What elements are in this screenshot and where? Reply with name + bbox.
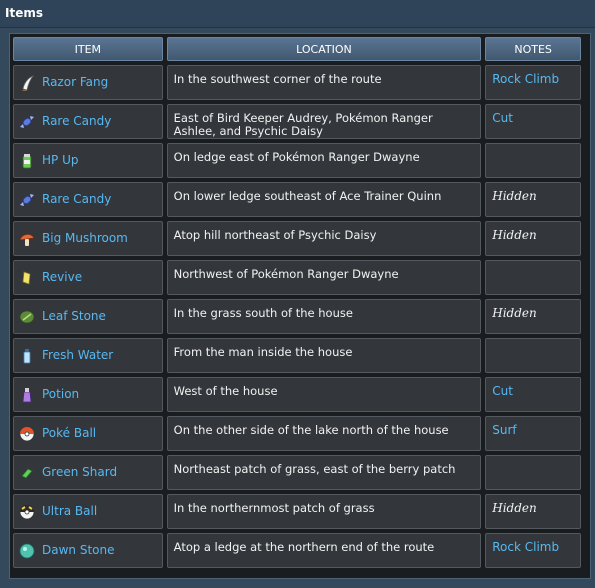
item-cell: Green Shard [13, 455, 163, 490]
item-cell: Potion [13, 377, 163, 412]
table-row: Green Shard Northeast patch of grass, eas… [13, 455, 581, 490]
item-cell: Poké Ball [13, 416, 163, 451]
item-link[interactable]: Potion [42, 388, 79, 401]
fresh-water-icon [23, 348, 31, 363]
hp-up-icon [22, 153, 32, 168]
item-cell: Rare Candy [13, 182, 163, 217]
location-cell: In the grass south of the house [166, 299, 482, 334]
table-row: Leaf Stone In the grass south of the hous… [13, 299, 581, 334]
notes-cell [485, 143, 581, 178]
location-cell: Northeast patch of grass, east of the be… [166, 455, 482, 490]
notes-link[interactable]: Rock Climb [492, 540, 559, 554]
notes-cell: Rock Climb [485, 533, 581, 568]
items-table: ITEM LOCATION NOTES Razor Fang In the sou… [9, 33, 585, 572]
notes-cell: Hidden [485, 221, 581, 256]
item-cell: Fresh Water [13, 338, 163, 373]
location-cell: Atop a ledge at the northern end of the … [166, 533, 482, 568]
notes-hidden-label: Hidden [492, 228, 537, 242]
table-row: Rare Candy East of Bird Keeper Audrey, Po… [13, 104, 581, 139]
table-row: Razor Fang In the southwest corner of the… [13, 65, 581, 100]
item-link[interactable]: Revive [42, 271, 82, 284]
item-cell: Rare Candy [13, 104, 163, 139]
item-cell: Ultra Ball [13, 494, 163, 529]
items-panel: Items ITEM LOCATION NOTES Razor Fang In t… [0, 0, 595, 588]
column-header-notes: NOTES [485, 37, 581, 61]
location-cell: West of the house [166, 377, 482, 412]
item-link[interactable]: Green Shard [42, 466, 117, 479]
poke-ball-icon [19, 426, 35, 441]
notes-hidden-label: Hidden [492, 306, 537, 320]
notes-cell: Cut [485, 104, 581, 139]
notes-link[interactable]: Cut [492, 384, 513, 398]
item-cell: Big Mushroom [13, 221, 163, 256]
item-link[interactable]: Rare Candy [42, 193, 111, 206]
notes-cell: Hidden [485, 494, 581, 529]
item-cell: Razor Fang [13, 65, 163, 100]
rare-candy-icon [20, 115, 34, 128]
item-link[interactable]: Leaf Stone [42, 310, 106, 323]
location-cell: In the southwest corner of the route [166, 65, 482, 100]
items-table-frame: ITEM LOCATION NOTES Razor Fang In the sou… [9, 33, 591, 579]
table-row: Rare Candy On lower ledge southeast of Ac… [13, 182, 581, 217]
item-link[interactable]: Ultra Ball [42, 505, 97, 518]
notes-hidden-label: Hidden [492, 189, 537, 203]
notes-cell: Cut [485, 377, 581, 412]
item-link[interactable]: Poké Ball [42, 427, 96, 440]
notes-link[interactable]: Cut [492, 111, 513, 125]
notes-hidden-label: Hidden [492, 501, 537, 515]
item-cell: Revive [13, 260, 163, 295]
potion-icon [22, 387, 32, 402]
item-cell: Dawn Stone [13, 533, 163, 568]
table-row: Revive Northwest of Pokémon Ranger Dwayne [13, 260, 581, 295]
location-cell: In the northernmost patch of grass [166, 494, 482, 529]
item-link[interactable]: Big Mushroom [42, 232, 128, 245]
item-link[interactable]: Fresh Water [42, 349, 113, 362]
razor-fang-icon [22, 74, 35, 91]
table-row: Fresh Water From the man inside the house [13, 338, 581, 373]
table-row: Big Mushroom Atop hill northeast of Psych… [13, 221, 581, 256]
notes-cell [485, 338, 581, 373]
item-link[interactable]: Rare Candy [42, 115, 111, 128]
green-shard-icon [21, 468, 33, 478]
item-cell: HP Up [13, 143, 163, 178]
table-row: Ultra Ball In the northernmost patch of g… [13, 494, 581, 529]
leaf-stone-icon [19, 310, 35, 323]
notes-cell: Rock Climb [485, 65, 581, 100]
location-cell: On the other side of the lake north of t… [166, 416, 482, 451]
location-cell: On ledge east of Pokémon Ranger Dwayne [166, 143, 482, 178]
notes-cell [485, 455, 581, 490]
item-link[interactable]: HP Up [42, 154, 78, 167]
location-cell: On lower ledge southeast of Ace Trainer … [166, 182, 482, 217]
panel-title: Items [0, 0, 595, 28]
ultra-ball-icon [19, 504, 35, 519]
big-mushroom-icon [19, 233, 35, 246]
column-header-location: LOCATION [166, 37, 482, 61]
notes-cell [485, 260, 581, 295]
table-row: HP Up On ledge east of Pokémon Ranger Dwa… [13, 143, 581, 178]
notes-link[interactable]: Rock Climb [492, 72, 559, 86]
notes-cell: Hidden [485, 299, 581, 334]
notes-cell: Surf [485, 416, 581, 451]
item-cell: Leaf Stone [13, 299, 163, 334]
revive-icon [22, 270, 31, 285]
item-link[interactable]: Dawn Stone [42, 544, 114, 557]
location-cell: Northwest of Pokémon Ranger Dwayne [166, 260, 482, 295]
table-row: Dawn Stone Atop a ledge at the northern e… [13, 533, 581, 568]
location-cell: From the man inside the house [166, 338, 482, 373]
location-cell: East of Bird Keeper Audrey, Pokémon Rang… [166, 104, 482, 139]
table-header-row: ITEM LOCATION NOTES [13, 37, 581, 61]
notes-cell: Hidden [485, 182, 581, 217]
item-link[interactable]: Razor Fang [42, 76, 108, 89]
column-header-item: ITEM [13, 37, 163, 61]
table-row: Potion West of the house Cut [13, 377, 581, 412]
table-row: Poké Ball On the other side of the lake n… [13, 416, 581, 451]
notes-link[interactable]: Surf [492, 423, 516, 437]
rare-candy-icon [20, 193, 34, 206]
location-cell: Atop hill northeast of Psychic Daisy [166, 221, 482, 256]
dawn-stone-icon [19, 543, 35, 558]
